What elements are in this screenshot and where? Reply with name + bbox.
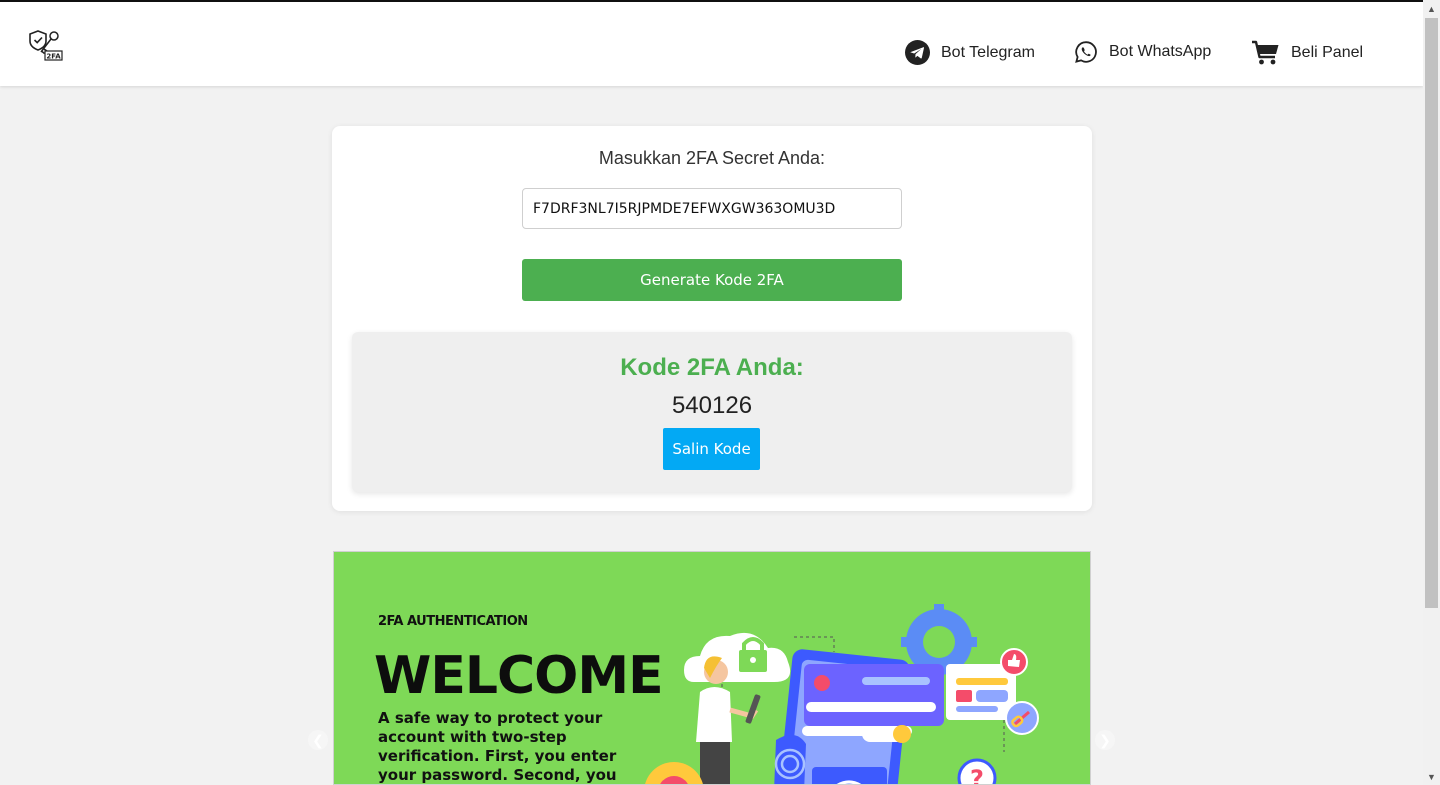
telegram-icon	[905, 40, 930, 65]
logo-2fa-icon[interactable]: 2FA	[28, 28, 64, 62]
nav-beli-panel-label: Beli Panel	[1291, 44, 1364, 61]
security-illustration: ?	[645, 604, 1039, 785]
generator-card: Masukkan 2FA Secret Anda: Generate Kode …	[332, 126, 1092, 511]
welcome-banner: 2FA AUTHENTICATION WELCOME A safe way to…	[333, 551, 1091, 785]
generate-code-button[interactable]: Generate Kode 2FA	[522, 259, 902, 301]
cloud-lock-icon	[684, 632, 791, 682]
gauge-icon	[812, 767, 887, 784]
navbar: 2FA Bot Telegram Bot WhatsApp Beli Panel	[0, 2, 1423, 86]
nav-bot-telegram-label: Bot Telegram	[941, 43, 1035, 61]
carousel-prev-button[interactable]: ❮	[308, 730, 328, 750]
result-panel: Kode 2FA Anda: 540126 Salin Kode	[352, 332, 1072, 492]
cart-icon	[1252, 40, 1279, 65]
scroll-down-arrow-icon[interactable]: ▼	[1423, 770, 1440, 784]
secret-input[interactable]	[522, 188, 902, 229]
nav-beli-panel-link[interactable]: Beli Panel	[1251, 40, 1363, 66]
scroll-thumb[interactable]	[1425, 18, 1438, 608]
svg-text:2FA: 2FA	[46, 53, 61, 61]
scroll-up-arrow-icon[interactable]: ▲	[1423, 2, 1440, 16]
svg-text:?: ?	[970, 765, 984, 785]
question-badge-icon: ?	[957, 758, 997, 785]
carousel-next-button[interactable]: ❯	[1095, 730, 1115, 750]
phone-illustration	[774, 649, 944, 784]
copy-code-button[interactable]: Salin Kode	[663, 428, 760, 470]
nav-bot-whatsapp-link[interactable]: Bot WhatsApp	[1074, 40, 1211, 64]
nav-bot-whatsapp-label: Bot WhatsApp	[1109, 43, 1212, 60]
banner-tag: 2FA AUTHENTICATION	[378, 614, 528, 629]
nav-bot-telegram-link[interactable]: Bot Telegram	[905, 40, 1035, 65]
page-scrollbar[interactable]: ▲ ▼	[1423, 0, 1440, 785]
like-badge-icon	[1000, 648, 1028, 676]
secret-input-label: Masukkan 2FA Secret Anda:	[598, 148, 826, 168]
banner-description: A safe way to protect your account with …	[378, 709, 617, 784]
donut-chart-icon	[645, 762, 703, 784]
link-badge-icon	[1005, 701, 1039, 735]
otp-code: 540126	[671, 392, 753, 419]
banner-title: WELCOME	[374, 646, 664, 706]
whatsapp-icon	[1075, 41, 1097, 63]
result-title: Kode 2FA Anda:	[620, 354, 804, 381]
